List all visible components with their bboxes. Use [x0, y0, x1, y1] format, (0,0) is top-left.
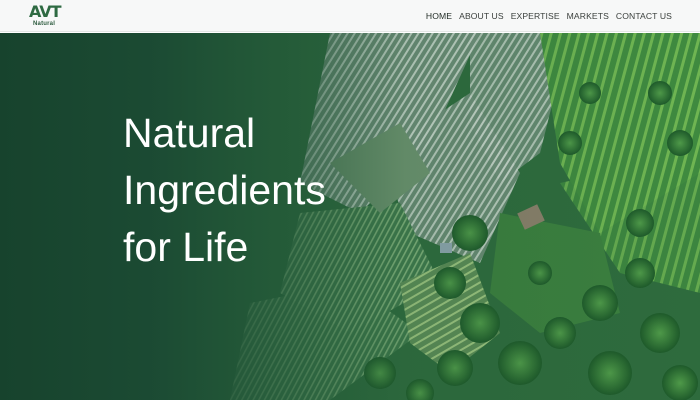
nav-markets[interactable]: MARKETS: [567, 11, 609, 21]
logo-subtext: Natural: [33, 21, 56, 27]
nav-about-us[interactable]: ABOUT US: [459, 11, 504, 21]
hero-section: Natural Ingredients for Life: [0, 33, 700, 400]
nav-home[interactable]: HOME: [426, 11, 452, 21]
brand-logo[interactable]: AVT Natural: [27, 2, 62, 29]
site-header: AVT Natural HOME ABOUT US EXPERTISE MARK…: [0, 0, 700, 32]
hero-title: Natural Ingredients for Life: [123, 105, 363, 276]
hero-title-line-2: Ingredients: [123, 167, 326, 213]
hero-title-line-1: Natural: [123, 110, 256, 156]
hero-title-line-3: for Life: [123, 224, 249, 270]
nav-contact-us[interactable]: CONTACT US: [616, 11, 672, 21]
main-nav: HOME ABOUT US EXPERTISE MARKETS CONTACT …: [419, 0, 672, 32]
nav-expertise[interactable]: EXPERTISE: [511, 11, 560, 21]
logo-mark: AVT: [29, 2, 62, 21]
